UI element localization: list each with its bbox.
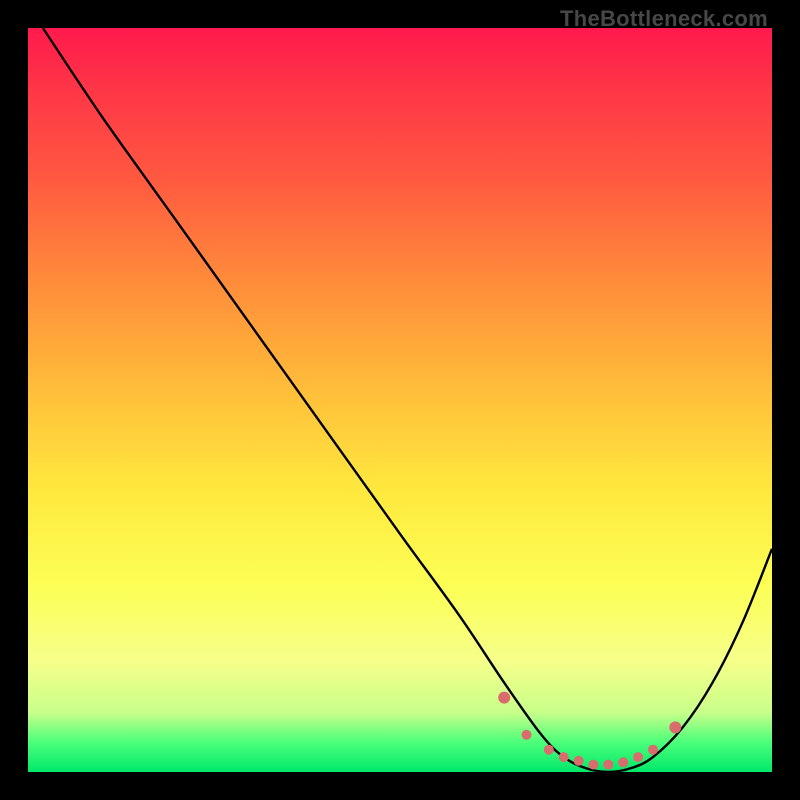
bottleneck-curve-svg bbox=[28, 28, 772, 772]
optimal-dot bbox=[618, 757, 628, 767]
optimal-dot bbox=[559, 752, 569, 762]
optimal-dot bbox=[574, 756, 584, 766]
optimal-dot bbox=[588, 760, 598, 770]
chart-area bbox=[28, 28, 772, 772]
optimal-dot bbox=[522, 730, 532, 740]
bottleneck-curve bbox=[43, 28, 772, 772]
optimal-dot bbox=[498, 692, 510, 704]
watermark-text: TheBottleneck.com bbox=[560, 6, 768, 32]
optimal-dot bbox=[648, 745, 658, 755]
optimal-dot bbox=[669, 721, 681, 733]
optimal-dot bbox=[603, 760, 613, 770]
optimal-dot bbox=[633, 752, 643, 762]
optimal-dot bbox=[544, 745, 554, 755]
